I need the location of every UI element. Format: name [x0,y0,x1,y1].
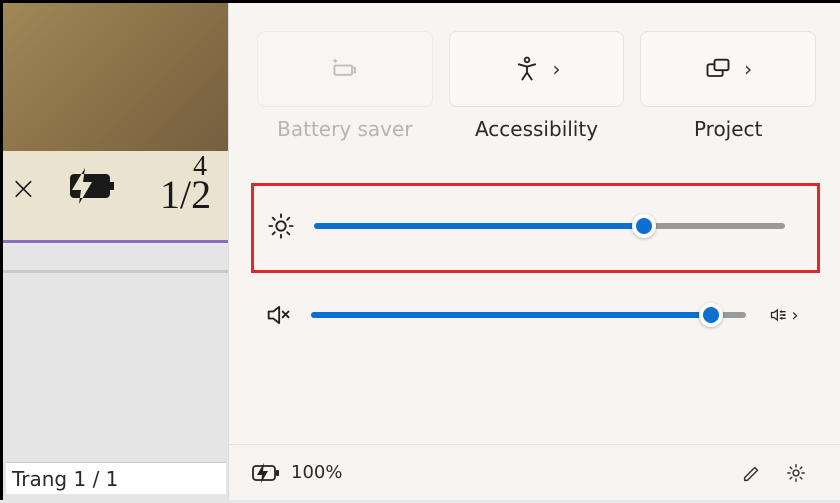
accessibility-icon [513,55,541,83]
volume-output-button[interactable]: › [764,305,804,326]
battery-level-text: 100% [291,462,342,483]
gear-icon [785,462,807,484]
edit-button[interactable] [730,451,774,495]
audio-output-icon [769,305,789,325]
brightness-slider[interactable] [314,212,785,240]
panel-bottom-bar: 100% [229,444,840,500]
battery-status[interactable]: 100% [251,462,342,484]
chevron-right-icon: › [744,57,752,81]
page-status-text: Trang 1 / 1 [12,467,118,491]
settings-button[interactable] [774,451,818,495]
tiles-row: › › [257,31,816,107]
fraction-main: 1/2 [160,171,211,218]
project-tile[interactable]: › [640,31,816,107]
accessibility-tile[interactable]: › [449,31,625,107]
brightness-icon [266,212,296,240]
background-strip: × 4 1/2 [3,151,228,243]
battery-saver-label: Battery saver [257,117,433,141]
battery-charging-icon [251,462,281,484]
chevron-right-icon: › [553,57,561,81]
project-label: Project [640,117,816,141]
battery-saver-icon [331,55,359,83]
tiles-labels-row: Battery saver Accessibility Project [257,117,816,141]
close-mark: × [10,169,37,207]
brightness-highlight [251,183,820,273]
charging-battery-icon [56,166,116,206]
battery-saver-tile [257,31,433,107]
pencil-icon [741,462,763,484]
page-status-bar: Trang 1 / 1 [6,462,226,494]
accessibility-label: Accessibility [449,117,625,141]
quick-settings-panel: › › Battery saver Accessibility Project [228,3,840,500]
chevron-right-icon: › [791,305,798,326]
project-icon [704,55,732,83]
volume-mute-icon[interactable] [263,301,293,329]
volume-row: › [257,301,816,329]
background-image-region [3,3,228,151]
volume-slider[interactable] [311,301,746,329]
